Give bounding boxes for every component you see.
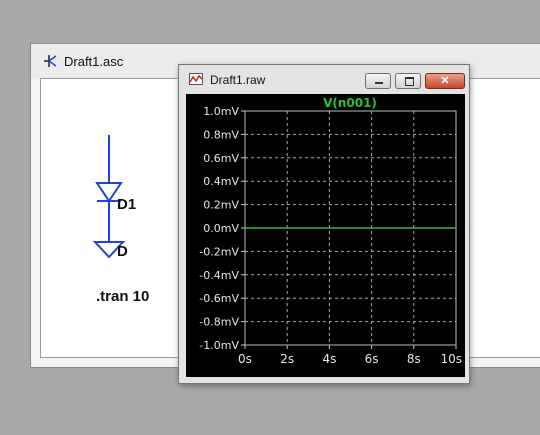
y-tick-label: -0.2mV [199,245,239,258]
y-tick-label: 1.0mV [203,105,239,118]
schematic-icon [44,55,57,67]
close-button[interactable]: ✕ [425,73,465,89]
x-tick-label: 0s [238,352,252,366]
y-tick-label: -0.6mV [199,292,239,305]
minimize-icon [375,82,383,84]
maximize-button[interactable] [395,73,421,89]
spice-directive[interactable]: .tran 10 [96,288,149,305]
close-icon: ✕ [440,75,450,87]
x-tick-label: 6s [365,352,379,366]
component-value[interactable]: D [117,243,128,260]
schematic-title: Draft1.asc [64,54,124,69]
waveform-icon [189,73,203,85]
plot-area[interactable]: 1.0mV 0.8mV 0.6mV 0.4mV 0.2mV 0.0mV -0.2mV -0.4… [186,94,465,377]
x-tick-label: 8s [407,352,421,366]
y-tick-label: 0.4mV [203,175,239,188]
diode-schematic [92,135,126,259]
waveform-window: Draft1.raw ✕ 1.0mV 0.8mV 0.6mV 0.4mV 0.2mV 0.… [178,64,470,384]
waveform-title: Draft1.raw [210,73,266,87]
minimize-button[interactable] [365,73,391,89]
y-tick-label: 0.6mV [203,152,239,165]
waveform-titlebar[interactable]: Draft1.raw ✕ [179,65,469,93]
x-tick-label: 10s [440,352,462,366]
y-tick-label: -1.0mV [199,339,239,352]
x-tick-label: 2s [280,352,294,366]
waveform-plot: 1.0mV 0.8mV 0.6mV 0.4mV 0.2mV 0.0mV -0.2mV -0.4… [199,96,462,366]
maximize-icon [405,77,414,86]
y-tick-label: 0.8mV [203,128,239,141]
axis-ticks: 1.0mV 0.8mV 0.6mV 0.4mV 0.2mV 0.0mV -0.2mV -0.4… [199,105,462,366]
y-tick-label: -0.8mV [199,316,239,329]
y-tick-label: 0.0mV [203,222,239,235]
y-tick-label: 0.2mV [203,199,239,212]
trace-name-label: V(n001) [323,96,377,110]
y-tick-label: -0.4mV [199,269,239,282]
component-label[interactable]: D1 [117,196,136,213]
x-tick-label: 4s [322,352,336,366]
